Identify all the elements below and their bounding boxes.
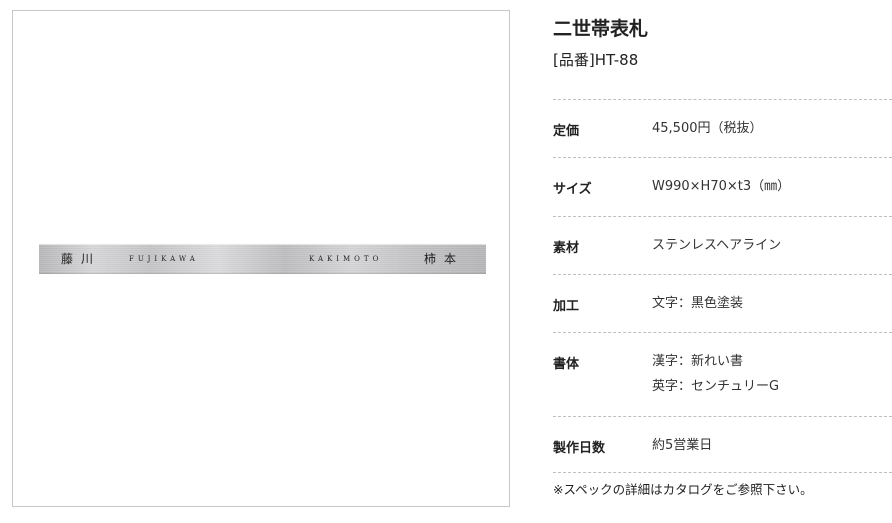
spec-row-price: 定価 45,500円（税抜）	[553, 99, 892, 157]
spec-label: 素材	[553, 241, 580, 256]
spec-value: 漢字：新れい書	[652, 354, 744, 369]
nameplate-left-kanji: 藤川	[61, 252, 102, 266]
spec-value: 英字：センチュリーG	[652, 379, 780, 394]
spec-table: 定価 45,500円（税抜） サイズ W990×H70×t3（㎜） 素材 ステン…	[553, 99, 892, 473]
nameplate-image: 藤川 FUJIKAWA KAKIMOTO 柿本	[39, 244, 486, 274]
spec-value: ステンレスヘアライン	[652, 238, 782, 253]
product-image-frame: 藤川 FUJIKAWA KAKIMOTO 柿本	[12, 10, 510, 507]
spec-label: 加工	[553, 299, 580, 314]
spec-label: 書体	[553, 357, 580, 372]
catalog-note: ※スペックの詳細はカタログをご参照下さい。	[553, 482, 813, 497]
spec-value: 約5営業日	[652, 438, 713, 453]
product-code: [品番]HT-88	[553, 51, 639, 69]
spec-row-processing: 加工 文字：黒色塗装	[553, 274, 892, 332]
nameplate-right-kanji: 柿本	[424, 252, 465, 266]
spec-value: W990×H70×t3（㎜）	[652, 179, 791, 194]
spec-row-production-days: 製作日数 約5営業日	[553, 416, 892, 473]
nameplate-left-roman: FUJIKAWA	[129, 255, 199, 263]
spec-value: 文字：黒色塗装	[652, 296, 744, 311]
spec-label: 定価	[553, 124, 580, 139]
product-title: 二世帯表札	[553, 18, 649, 40]
spec-label: 製作日数	[553, 441, 606, 456]
spec-label: サイズ	[553, 182, 592, 197]
spec-row-size: サイズ W990×H70×t3（㎜）	[553, 157, 892, 216]
spec-row-material: 素材 ステンレスヘアライン	[553, 216, 892, 274]
nameplate-right-roman: KAKIMOTO	[309, 255, 383, 263]
spec-row-typeface: 書体 漢字：新れい書 英字：センチュリーG	[553, 332, 892, 416]
spec-value: 45,500円（税抜）	[652, 121, 763, 136]
